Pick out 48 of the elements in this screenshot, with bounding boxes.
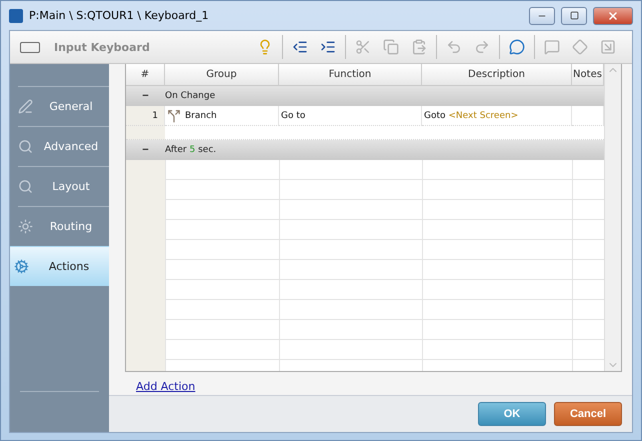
column-header: Description <box>422 64 572 86</box>
collapse-toggle[interactable]: − <box>126 144 165 156</box>
maximize-button[interactable] <box>561 6 587 24</box>
info-bubble-icon <box>509 39 525 55</box>
magnifier-icon <box>18 139 33 154</box>
sidebar-item[interactable]: Advanced <box>18 126 109 166</box>
outdent-icon <box>292 39 308 55</box>
group-label: After 5 sec. <box>165 145 216 155</box>
scrollbar[interactable] <box>604 64 621 371</box>
window-title: P:Main \ S:QTOUR1 \ Keyboard_1 <box>29 9 210 22</box>
paste-icon <box>411 39 427 55</box>
gear-icon <box>18 219 33 234</box>
ok-button[interactable]: OK <box>478 402 546 426</box>
collapse-toggle[interactable]: − <box>126 90 165 102</box>
table-cell <box>572 106 604 126</box>
close-icon <box>607 10 619 22</box>
diamond-icon <box>572 39 588 55</box>
cancel-button[interactable]: Cancel <box>554 402 622 426</box>
arrow-box-icon <box>600 39 616 55</box>
column-header: Notes <box>572 64 604 86</box>
table-cell: Branch <box>185 110 217 120</box>
sidebar-item[interactable]: Layout <box>18 166 109 206</box>
magnifier-icon <box>18 179 33 194</box>
maximize-icon <box>570 11 578 20</box>
gears-icon <box>14 259 29 274</box>
add-action-link[interactable]: Add Action <box>136 380 196 393</box>
comment-icon <box>544 39 560 55</box>
table-cell: Goto <Next Screen> <box>422 106 572 126</box>
column-header: # <box>126 64 165 86</box>
pencil-icon <box>18 99 33 114</box>
keyboard-field-icon <box>20 42 40 52</box>
toolbar-title: Input Keyboard <box>54 40 151 54</box>
column-header: Group <box>165 64 279 86</box>
redo-icon <box>474 39 490 55</box>
scissors-icon <box>355 39 371 55</box>
column-header: Function <box>279 64 422 86</box>
app-icon <box>9 8 23 22</box>
group-label: On Change <box>165 91 216 101</box>
minimize-button[interactable] <box>529 6 555 24</box>
table-cell: Go to <box>279 106 422 126</box>
branch-icon <box>167 108 181 122</box>
sidebar-item[interactable]: Actions <box>10 246 109 286</box>
indent-icon <box>320 39 336 55</box>
row-number: 1 <box>126 106 165 126</box>
copy-icon <box>383 39 399 55</box>
close-button[interactable] <box>593 6 633 24</box>
sidebar-item[interactable]: General <box>18 86 109 126</box>
undo-icon <box>446 39 462 55</box>
